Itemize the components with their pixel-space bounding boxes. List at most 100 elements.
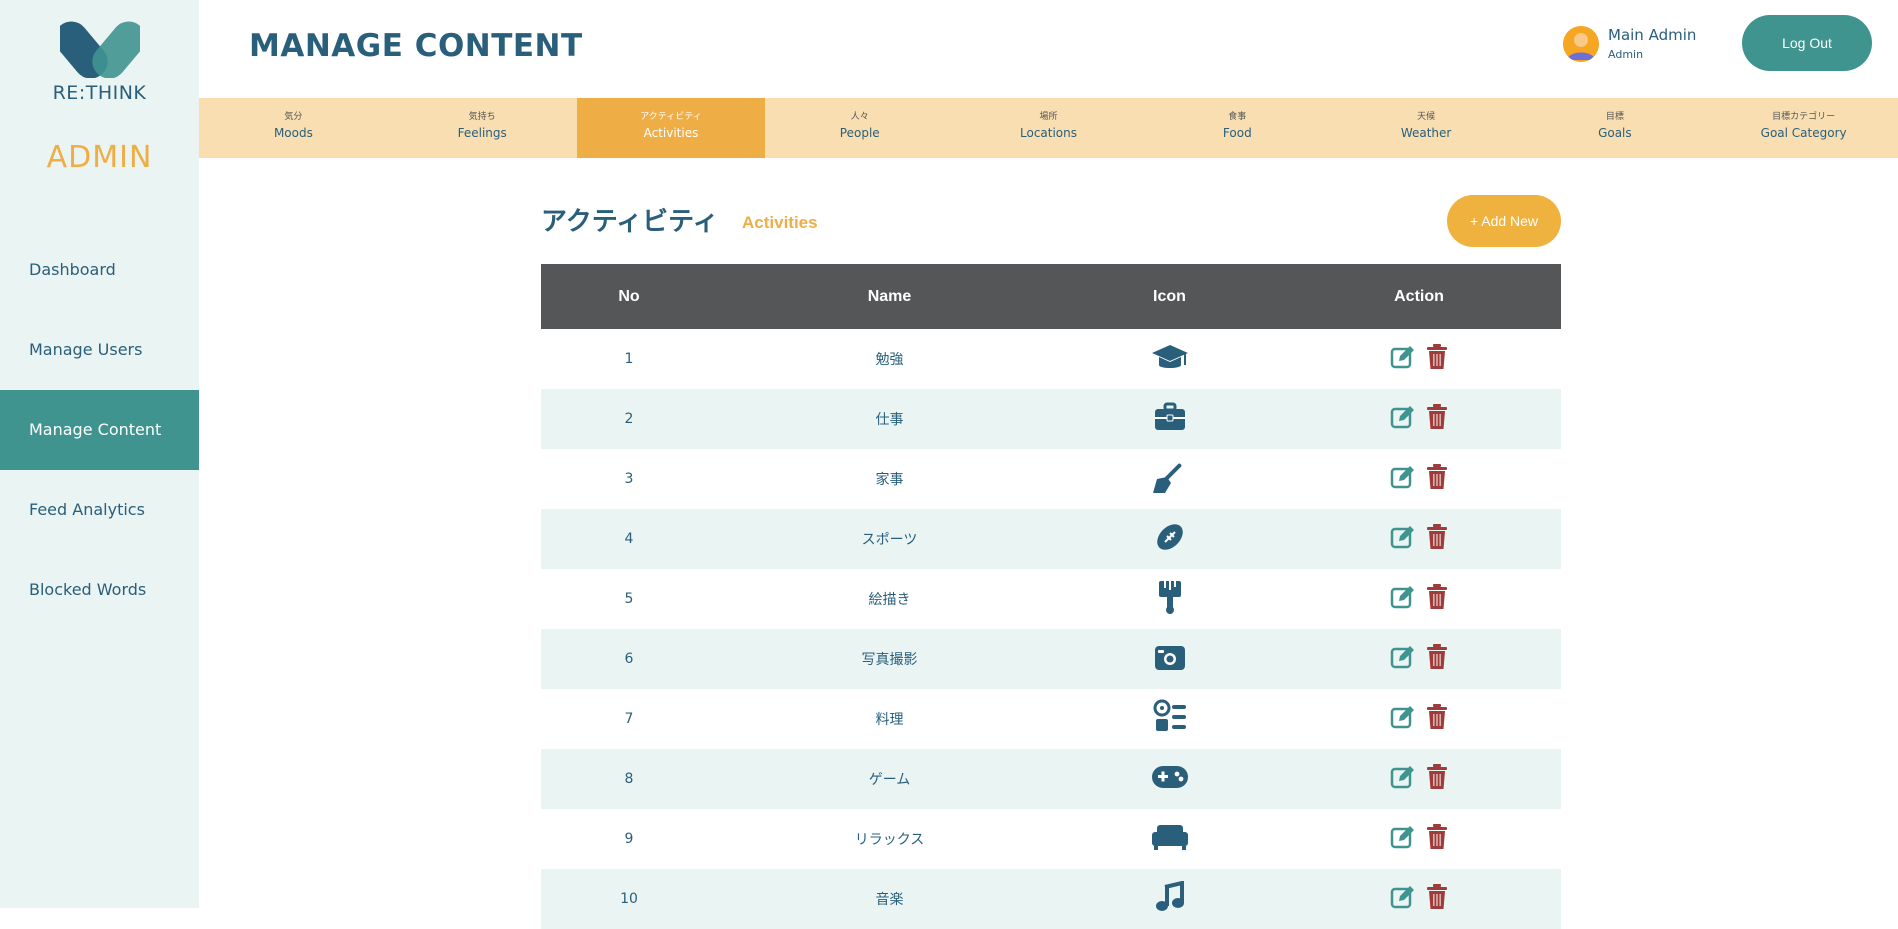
- row-number: 7: [624, 711, 634, 727]
- tab-en-label: Goal Category: [1760, 126, 1847, 140]
- row-actions: [1277, 449, 1561, 509]
- row-name: スポーツ: [861, 532, 918, 548]
- paint-brush-icon: [1157, 579, 1183, 619]
- row-icon-cell: [1062, 689, 1277, 749]
- camera-icon: [1153, 642, 1187, 676]
- row-actions: [1277, 689, 1561, 749]
- tab-weather[interactable]: 天候 Weather: [1332, 98, 1521, 158]
- logout-button[interactable]: Log Out: [1742, 15, 1872, 71]
- tab-goal-category[interactable]: 目標カテゴリー Goal Category: [1709, 98, 1898, 158]
- football-icon: [1153, 520, 1187, 558]
- edit-icon[interactable]: [1390, 644, 1416, 670]
- admin-title: ADMIN: [46, 140, 153, 175]
- delete-icon[interactable]: [1426, 644, 1448, 670]
- edit-icon[interactable]: [1390, 344, 1416, 370]
- tab-en-label: Food: [1222, 126, 1252, 140]
- tab-jp-label: アクティビティ: [640, 112, 702, 122]
- brand-name: RE:THINK: [52, 82, 147, 104]
- row-name: 料理: [875, 712, 904, 728]
- tab-en-label: Goals: [1598, 126, 1632, 140]
- edit-icon[interactable]: [1390, 584, 1416, 610]
- tab-goals[interactable]: 目標 Goals: [1520, 98, 1709, 158]
- edit-icon[interactable]: [1390, 824, 1416, 850]
- tab-activities[interactable]: アクティビティ Activities: [576, 98, 766, 158]
- edit-icon[interactable]: [1390, 524, 1416, 550]
- table-row: 10 音楽: [541, 869, 1561, 929]
- row-icon-cell: [1062, 629, 1277, 689]
- row-number: 9: [624, 831, 634, 847]
- delete-icon[interactable]: [1426, 884, 1448, 910]
- row-actions: [1277, 329, 1561, 389]
- row-actions: [1277, 629, 1561, 689]
- edit-icon[interactable]: [1390, 464, 1416, 490]
- tab-feelings[interactable]: 気持ち Feelings: [388, 98, 577, 158]
- tab-locations[interactable]: 場所 Locations: [954, 98, 1143, 158]
- sidebar-item-manage-content[interactable]: Manage Content: [0, 390, 199, 470]
- user-profile[interactable]: Main Admin Admin: [1563, 24, 1723, 68]
- table-row: 9 リラックス: [541, 809, 1561, 869]
- tab-en-label: Locations: [1020, 126, 1078, 140]
- brand-logo[interactable]: RE:THINK: [0, 20, 199, 104]
- row-actions: [1277, 869, 1561, 929]
- edit-icon[interactable]: [1390, 704, 1416, 730]
- delete-icon[interactable]: [1426, 584, 1448, 610]
- tab-jp-label: 食事: [1228, 112, 1247, 122]
- row-name: 絵描き: [868, 592, 911, 608]
- row-actions: [1277, 749, 1561, 809]
- row-icon-cell: [1062, 569, 1277, 629]
- tab-food[interactable]: 食事 Food: [1143, 98, 1332, 158]
- edit-icon[interactable]: [1390, 404, 1416, 430]
- sidebar-item-manage-users[interactable]: Manage Users: [0, 310, 199, 390]
- tab-people[interactable]: 人々 People: [765, 98, 954, 158]
- action-buttons: [1390, 404, 1448, 430]
- row-icon-cell: [1062, 749, 1277, 809]
- row-actions: [1277, 389, 1561, 449]
- action-buttons: [1390, 584, 1448, 610]
- delete-icon[interactable]: [1426, 764, 1448, 790]
- edit-icon[interactable]: [1390, 764, 1416, 790]
- sidebar-item-blocked-words[interactable]: Blocked Words: [0, 550, 199, 630]
- action-buttons: [1390, 644, 1448, 670]
- table-row: 6 写真撮影: [541, 629, 1561, 689]
- page-title: MANAGE CONTENT: [249, 28, 583, 64]
- tab-en-label: Moods: [273, 126, 313, 140]
- column-header-name: Name: [867, 287, 912, 305]
- action-buttons: [1390, 704, 1448, 730]
- delete-icon[interactable]: [1426, 524, 1448, 550]
- delete-icon[interactable]: [1426, 464, 1448, 490]
- table-row: 5 絵描き: [541, 569, 1561, 629]
- row-icon-cell: [1062, 869, 1277, 929]
- section-title-en: Activities: [742, 213, 818, 232]
- sidebar-item-dashboard[interactable]: Dashboard: [0, 230, 199, 310]
- delete-icon[interactable]: [1426, 704, 1448, 730]
- broom-icon: [1151, 459, 1189, 499]
- row-number: 10: [620, 891, 638, 907]
- graduation-cap-icon: [1150, 341, 1190, 377]
- row-name: 写真撮影: [861, 652, 918, 668]
- tab-moods[interactable]: 気分 Moods: [199, 98, 388, 158]
- tab-jp-label: 気持ち: [468, 112, 496, 122]
- section-header: アクティビティ Activities + Add New: [541, 195, 1561, 250]
- tab-jp-label: 人々: [850, 112, 869, 122]
- avatar: [1563, 26, 1599, 62]
- delete-icon[interactable]: [1426, 824, 1448, 850]
- table-row: 7 料理: [541, 689, 1561, 749]
- sidebar-item-feed-analytics[interactable]: Feed Analytics: [0, 470, 199, 550]
- tab-en-label: People: [839, 126, 880, 140]
- briefcase-icon: [1153, 402, 1187, 436]
- row-icon-cell: [1062, 449, 1277, 509]
- row-number: 8: [624, 771, 634, 787]
- row-actions: [1277, 509, 1561, 569]
- tab-en-label: Weather: [1400, 126, 1452, 140]
- table-body: 1 勉強 2 仕事 3 家事 4 スポーツ 5 絵描き 6 写真撮影 7 料理 8 ゲーム 9 リラックス 10 音楽: [541, 329, 1561, 929]
- action-buttons: [1390, 824, 1448, 850]
- delete-icon[interactable]: [1426, 344, 1448, 370]
- delete-icon[interactable]: [1426, 404, 1448, 430]
- column-header-action: Action: [1394, 287, 1444, 305]
- action-buttons: [1390, 464, 1448, 490]
- row-actions: [1277, 809, 1561, 869]
- add-new-button[interactable]: + Add New: [1447, 195, 1561, 247]
- tab-en-label: Feelings: [457, 126, 507, 140]
- row-name: 家事: [875, 472, 904, 488]
- edit-icon[interactable]: [1390, 884, 1416, 910]
